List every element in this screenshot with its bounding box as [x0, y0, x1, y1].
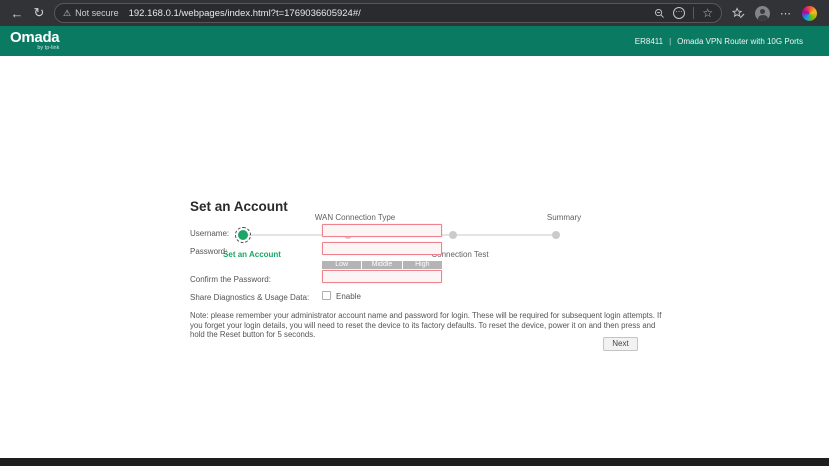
screen: ← ↻ ⚠ Not secure 192.168.0.1/webpages/in… — [0, 0, 829, 466]
password-input[interactable] — [322, 242, 442, 255]
favorite-star-icon[interactable]: ☆ — [702, 7, 713, 19]
copilot-icon[interactable] — [802, 6, 817, 21]
strength-segment-middle: Middle — [362, 261, 401, 269]
favorites-bar-icon[interactable] — [732, 7, 745, 20]
admin-note-text: Note: please remember your administrator… — [190, 311, 672, 340]
bottom-window-edge — [0, 458, 829, 466]
step-label-summary: Summary — [547, 213, 581, 222]
device-product-name: Omada VPN Router with 10G Ports — [677, 37, 803, 46]
page-title: Set an Account — [190, 199, 288, 214]
password-label: Password: — [190, 247, 227, 256]
confirm-password-input[interactable] — [322, 270, 442, 283]
omada-logo-text: Omada — [10, 30, 59, 45]
device-model: ER8411 — [635, 37, 663, 46]
step-label-set-an-account: Set an Account — [223, 250, 281, 259]
refresh-icon[interactable]: ↻ — [28, 2, 50, 24]
browser-menu-icon[interactable]: ⋯ — [780, 7, 792, 20]
address-bar[interactable]: ⚠ Not secure 192.168.0.1/webpages/index.… — [54, 3, 722, 23]
strength-segment-low: Low — [322, 261, 361, 269]
back-icon[interactable]: ← — [6, 2, 28, 24]
url-text[interactable]: 192.168.0.1/webpages/index.html?t=176903… — [129, 8, 649, 19]
next-button[interactable]: Next — [603, 337, 638, 351]
username-input[interactable] — [322, 224, 442, 237]
omada-logo-subtext: by tp-link — [37, 46, 59, 52]
strength-segment-high: High — [403, 261, 442, 269]
enable-checkbox-label: Enable — [336, 292, 361, 301]
profile-avatar[interactable] — [755, 6, 770, 21]
diagnostics-label: Share Diagnostics & Usage Data: — [190, 293, 309, 302]
permissions-icon[interactable]: ⋯ — [673, 7, 685, 19]
site-header: Omada by tp-link ER8411 | Omada VPN Rout… — [0, 26, 829, 56]
browser-toolbar: ← ↻ ⚠ Not secure 192.168.0.1/webpages/in… — [0, 0, 829, 26]
model-separator: | — [669, 37, 671, 46]
not-secure-label[interactable]: Not secure — [75, 8, 119, 18]
step-dot-set-an-account[interactable] — [235, 227, 251, 243]
not-secure-warning-icon: ⚠ — [63, 9, 71, 18]
username-label: Username: — [190, 229, 229, 238]
step-dot-active-fill — [238, 230, 248, 240]
enable-diagnostics-checkbox[interactable] — [322, 291, 331, 300]
step-label-wan-connection-type: WAN Connection Type — [315, 213, 395, 222]
step-dot-summary[interactable] — [552, 231, 560, 239]
password-strength-meter: Low Middle High — [322, 261, 442, 269]
setup-wizard-stepper: WAN Connection Type Summary Set an Accou… — [0, 100, 829, 170]
zoom-icon[interactable] — [654, 8, 665, 19]
step-dot-connection-test[interactable] — [449, 231, 457, 239]
confirm-password-label: Confirm the Password: — [190, 275, 271, 284]
device-model-line: ER8411 | Omada VPN Router with 10G Ports — [635, 37, 817, 46]
pill-divider — [693, 7, 694, 19]
omada-logo: Omada by tp-link — [10, 30, 59, 52]
